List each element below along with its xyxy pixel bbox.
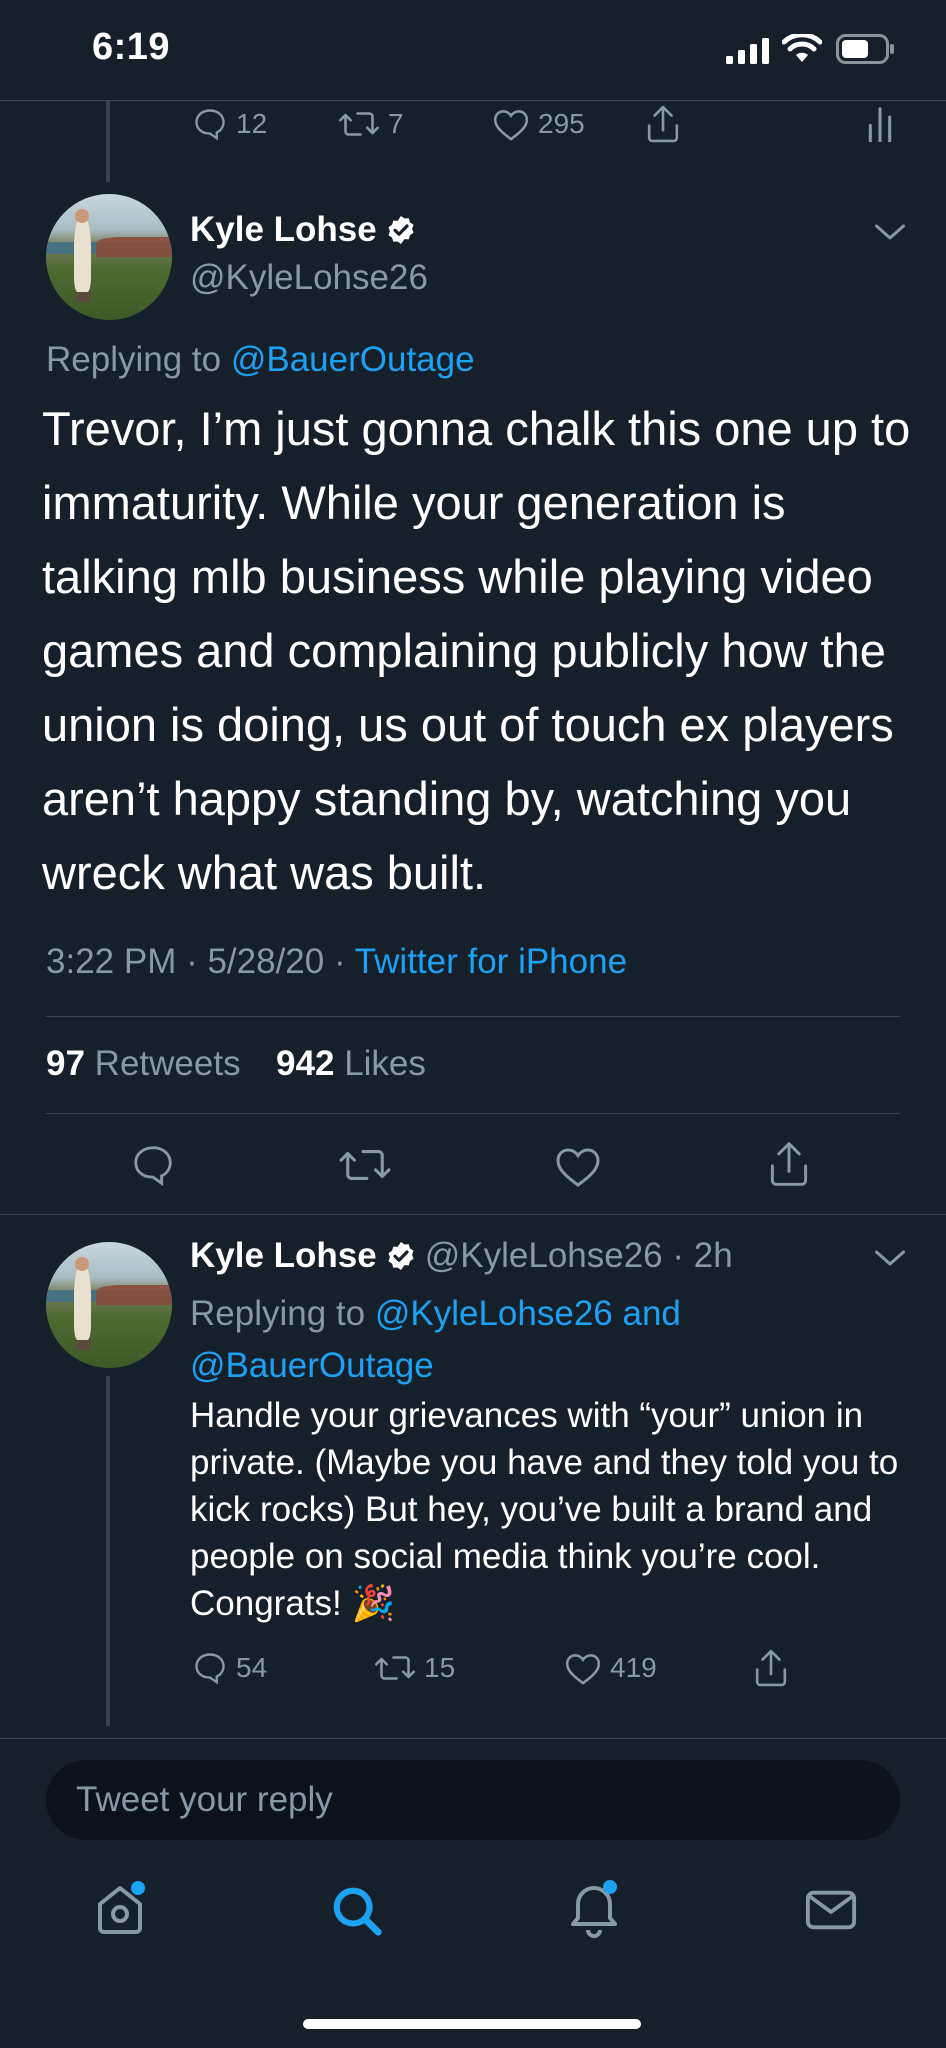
prev-like-count: 295	[538, 108, 585, 139]
tweet-menu-button[interactable]	[872, 220, 908, 244]
share-button[interactable]	[766, 1140, 812, 1188]
battery-icon	[836, 34, 896, 64]
messages-icon	[805, 1890, 857, 1930]
retweet-icon	[374, 1656, 416, 1680]
author-name: Kyle Lohse	[190, 210, 377, 249]
avatar[interactable]	[46, 194, 172, 320]
reply-replying-link-1[interactable]: @KyleLohse26 and	[375, 1294, 681, 1333]
reply-retweet-button[interactable]: 15	[374, 1650, 455, 1686]
heart-icon	[565, 1654, 601, 1685]
reply-reply-button[interactable]: 54	[192, 1650, 267, 1686]
retweets-label: Retweets	[94, 1044, 241, 1083]
tweet-text: Trevor, I’m just gonna chalk this one up…	[42, 402, 911, 899]
share-icon	[755, 1649, 787, 1687]
composer-divider	[0, 1738, 946, 1739]
reply-replying-prefix: Replying to	[190, 1294, 366, 1333]
signal-icon	[726, 38, 770, 64]
like-button[interactable]	[554, 1144, 602, 1188]
tab-messages[interactable]	[804, 1888, 858, 1932]
heart-icon	[556, 1148, 600, 1187]
retweet-button[interactable]	[338, 1142, 392, 1188]
section-divider	[0, 1214, 946, 1215]
notifications-icon	[571, 1880, 617, 1938]
tweet-source-link[interactable]: Twitter for iPhone	[355, 942, 627, 981]
verified-badge-icon	[388, 1242, 414, 1270]
likes-stat[interactable]: 942 Likes	[276, 1044, 426, 1083]
home-indicator	[303, 2019, 641, 2029]
tab-search[interactable]	[330, 1884, 384, 1938]
chevron-down-icon	[875, 1250, 905, 1266]
meta-divider	[46, 1016, 900, 1017]
tab-home[interactable]	[92, 1880, 148, 1936]
prev-retweet-button[interactable]: 7	[338, 106, 404, 142]
reply-menu-button[interactable]	[872, 1246, 908, 1270]
status-divider	[0, 100, 946, 101]
status-time: 6:19	[92, 26, 171, 68]
author-handle[interactable]: @KyleLohse26	[190, 258, 428, 298]
stats-divider	[46, 1113, 900, 1114]
tweet-timestamp: 3:22 PM · 5/28/20 ·	[46, 942, 346, 981]
reply-handle-time: @KyleLohse26 · 2h	[424, 1236, 733, 1275]
reply-replying-to: Replying to @KyleLohse26 and @BauerOutag…	[190, 1288, 910, 1392]
reply-author-row[interactable]: Kyle Lohse @KyleLohse26 · 2h	[190, 1236, 733, 1276]
home-icon	[98, 1881, 145, 1934]
prev-like-button[interactable]: 295	[492, 106, 585, 142]
prev-share-button[interactable]	[644, 104, 682, 144]
reply-like-count: 419	[610, 1652, 657, 1683]
replying-to-line: Replying to @BauerOutage	[46, 340, 475, 380]
share-icon	[770, 1142, 808, 1186]
tweet-meta: 3:22 PM · 5/28/20 · Twitter for iPhone	[46, 942, 627, 982]
verified-badge-icon	[388, 216, 414, 244]
retweets-count: 97	[46, 1044, 85, 1083]
share-icon	[647, 105, 679, 143]
main-author-row[interactable]: Kyle Lohse	[190, 210, 417, 250]
reply-retweet-count: 15	[424, 1652, 456, 1683]
reply-input[interactable]: Tweet your reply	[46, 1760, 900, 1840]
reply-share-button[interactable]	[752, 1648, 790, 1688]
heart-icon	[493, 110, 529, 141]
retweet-icon	[338, 112, 380, 136]
retweets-stat[interactable]: 97 Retweets	[46, 1044, 241, 1083]
likes-count: 942	[276, 1044, 335, 1083]
reply-thread-line	[106, 1376, 110, 1726]
reply-avatar[interactable]	[46, 1242, 172, 1368]
prev-retweet-count: 7	[388, 108, 404, 139]
replying-to-link[interactable]: @BauerOutage	[231, 340, 475, 379]
reply-icon	[134, 1146, 172, 1186]
engagement-stats: 97 Retweets 942 Likes	[46, 1044, 426, 1084]
analytics-icon	[868, 107, 892, 142]
reply-icon	[195, 1653, 225, 1685]
likes-label: Likes	[344, 1044, 426, 1083]
tab-notifications[interactable]	[566, 1878, 622, 1938]
reply-author-name: Kyle Lohse	[190, 1236, 377, 1275]
retweet-icon	[339, 1150, 391, 1180]
prev-reply-count: 12	[236, 108, 268, 139]
chevron-down-icon	[875, 224, 905, 240]
search-icon	[333, 1887, 382, 1936]
prev-reply-button[interactable]: 12	[192, 106, 267, 142]
reply-icon	[195, 109, 225, 141]
prev-analytics-button[interactable]	[866, 106, 894, 142]
reply-like-button[interactable]: 419	[564, 1650, 657, 1686]
thread-line	[106, 100, 110, 182]
reply-text: Handle your grievances with “your” union…	[190, 1396, 899, 1623]
reply-button[interactable]	[130, 1142, 176, 1188]
reply-reply-count: 54	[236, 1652, 268, 1683]
wifi-icon	[782, 34, 822, 64]
replying-prefix: Replying to	[46, 340, 222, 379]
reply-replying-link-2[interactable]: @BauerOutage	[190, 1346, 434, 1385]
